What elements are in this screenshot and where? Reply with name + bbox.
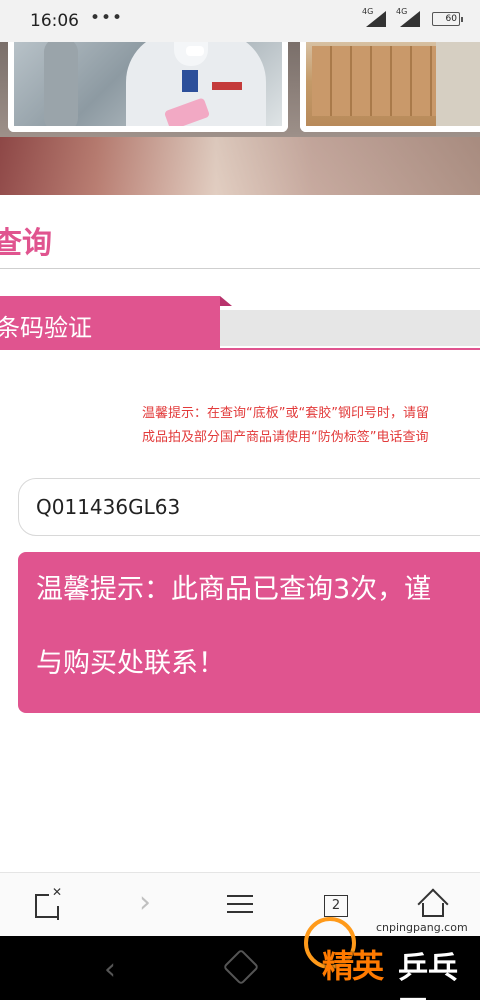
forward-button[interactable]: › xyxy=(128,887,162,921)
tab-label: 条码验证 xyxy=(0,314,92,342)
status-time: 16:06 xyxy=(30,11,79,31)
notice-text: 温馨提示：在查询“底板”或“套胶”钢印号时，请留 成品拍及部分国产商品请使用“防… xyxy=(142,402,480,450)
watermark-brand-pingpang: 乒乓网 xyxy=(398,951,458,1000)
signal-icon: 4G xyxy=(396,7,420,27)
notice-line: 成品拍及部分国产商品请使用“防伪标签”电话查询 xyxy=(142,430,429,445)
watermark-url: cnpingpang.com xyxy=(376,921,468,934)
menu-button[interactable] xyxy=(224,887,258,921)
signal-icon: 4G xyxy=(362,7,386,27)
battery-level: 60 xyxy=(445,14,457,24)
back-button[interactable]: ‹ xyxy=(104,952,116,987)
warehouse-boxes-photo xyxy=(300,42,480,132)
tab-barcode-verify[interactable]: 条码验证 xyxy=(0,296,220,350)
battery-icon: 60 xyxy=(432,12,463,26)
close-tab-button[interactable]: ✕ xyxy=(32,885,66,921)
notification-dots: ••• xyxy=(90,8,124,28)
tab-bar: 条码验证 xyxy=(0,296,480,352)
page-title: 查询 xyxy=(0,226,52,261)
tab-underline xyxy=(0,348,480,350)
notice-line: 温馨提示：在查询“底板”或“套胶”钢印号时，请留 xyxy=(142,406,429,421)
tab-inactive-area[interactable] xyxy=(220,310,480,346)
barcode-input[interactable] xyxy=(18,478,480,536)
hero-banner xyxy=(0,42,480,195)
result-message-box: 温馨提示：此商品已查询3次，谨 与购买处联系！ xyxy=(18,552,480,713)
result-line: 与购买处联系！ xyxy=(36,648,225,679)
home-nav-button[interactable] xyxy=(222,948,260,986)
result-message: 温馨提示：此商品已查询3次，谨 与购买处联系！ xyxy=(36,570,480,684)
tab-notch xyxy=(220,296,232,306)
watermark-brand-elite: 精英 xyxy=(322,947,384,985)
factory-worker-photo xyxy=(8,42,288,132)
result-line: 温馨提示：此商品已查询3次，谨 xyxy=(36,574,432,605)
site-watermark: cnpingpang.com 精英 乒乓网 xyxy=(286,893,480,1000)
status-bar: 16:06 ••• 4G 4G 60 xyxy=(0,0,480,42)
title-divider xyxy=(0,268,480,269)
